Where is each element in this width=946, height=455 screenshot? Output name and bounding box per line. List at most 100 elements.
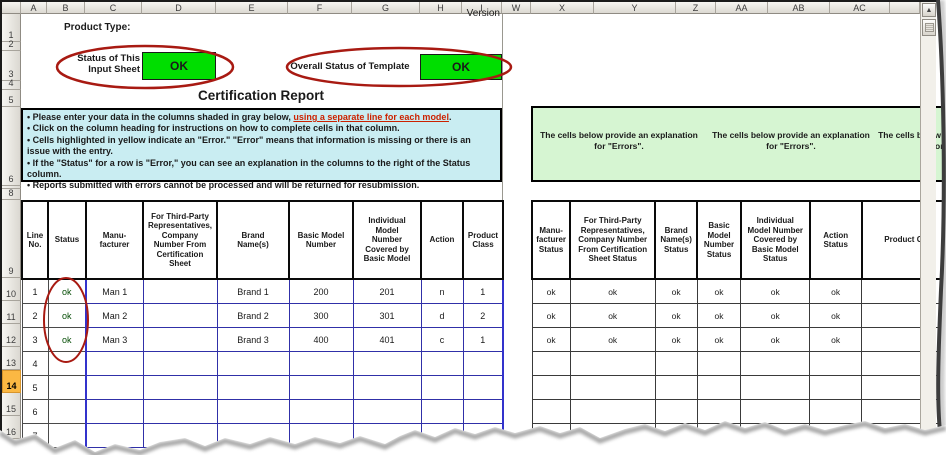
- cell-product-class[interactable]: 2: [462, 303, 504, 328]
- cell-empty[interactable]: [142, 351, 218, 376]
- header-company-number[interactable]: For Third-Party Representatives, Company…: [142, 200, 218, 280]
- cell-empty[interactable]: [740, 351, 811, 376]
- column-header-F[interactable]: F: [288, 2, 352, 14]
- row-header-12[interactable]: 12: [2, 324, 21, 347]
- row-header-4[interactable]: 4: [2, 78, 21, 90]
- cell-action[interactable]: c: [420, 327, 464, 352]
- cell-line-no[interactable]: 4: [21, 351, 49, 376]
- cell-empty[interactable]: [740, 375, 811, 400]
- cell-brand[interactable]: Brand 1: [216, 278, 290, 304]
- header-brand-status[interactable]: Brand Name(s) Status: [654, 200, 699, 280]
- cell-line-no[interactable]: 1: [21, 278, 49, 304]
- cell-empty[interactable]: [740, 423, 811, 448]
- header-manufacturer-status[interactable]: Manu- facturer Status: [530, 200, 572, 280]
- cell-empty[interactable]: [352, 375, 422, 400]
- column-header-AB[interactable]: AB: [768, 2, 830, 14]
- select-all-corner[interactable]: [2, 2, 21, 14]
- cell-empty[interactable]: [216, 423, 290, 448]
- cell-empty[interactable]: [654, 423, 698, 448]
- cell-brand[interactable]: Brand 3: [216, 327, 290, 352]
- row-header-10[interactable]: 10: [2, 278, 21, 301]
- cell-empty[interactable]: [696, 423, 742, 448]
- cell-empty[interactable]: [216, 399, 290, 424]
- cell-status[interactable]: [47, 423, 87, 448]
- cell-brand-status[interactable]: ok: [654, 303, 698, 328]
- header-product-class[interactable]: Product Class: [462, 200, 504, 280]
- cell-status[interactable]: [47, 351, 87, 376]
- instruction-link[interactable]: using a separate line for each model: [293, 112, 449, 122]
- cell-line-no[interactable]: 3: [21, 327, 49, 352]
- header-brand-names[interactable]: Brand Name(s): [216, 200, 290, 280]
- cell-company-number-status[interactable]: ok: [569, 327, 656, 352]
- header-individual-model[interactable]: Individual Model Number Covered by Basic…: [352, 200, 422, 280]
- column-header-Y[interactable]: Y: [594, 2, 676, 14]
- cell-empty[interactable]: [216, 375, 290, 400]
- cell-individual-model-status[interactable]: ok: [740, 327, 811, 352]
- cell-empty[interactable]: [531, 423, 571, 448]
- column-header-Z[interactable]: Z: [676, 2, 716, 14]
- column-header-E[interactable]: E: [216, 2, 288, 14]
- cell-empty[interactable]: [531, 375, 571, 400]
- cell-empty[interactable]: [420, 399, 464, 424]
- column-header-X[interactable]: X: [531, 2, 594, 14]
- cell-company-number-status[interactable]: ok: [569, 303, 656, 328]
- cell-status[interactable]: ok: [47, 278, 87, 304]
- cell-individual-model-status[interactable]: ok: [740, 278, 811, 304]
- cell-empty[interactable]: [809, 423, 863, 448]
- cell-company-number[interactable]: [142, 278, 218, 304]
- column-header-C[interactable]: C: [85, 2, 142, 14]
- cell-empty[interactable]: [288, 351, 354, 376]
- row-header-15[interactable]: 15: [2, 393, 21, 416]
- cell-basic-model[interactable]: 300: [288, 303, 354, 328]
- cell-brand[interactable]: Brand 2: [216, 303, 290, 328]
- cell-empty[interactable]: [85, 399, 144, 424]
- cell-empty[interactable]: [288, 375, 354, 400]
- cell-empty[interactable]: [696, 351, 742, 376]
- cell-manufacturer[interactable]: Man 1: [85, 278, 144, 304]
- cell-manufacturer-status[interactable]: ok: [531, 327, 571, 352]
- cell-manufacturer[interactable]: Man 3: [85, 327, 144, 352]
- row-header-16[interactable]: 16: [2, 416, 21, 439]
- header-line-no[interactable]: Line No.: [21, 200, 49, 280]
- cell-empty[interactable]: [216, 351, 290, 376]
- cell-empty[interactable]: [569, 375, 656, 400]
- column-header-AA[interactable]: AA: [716, 2, 768, 14]
- cell-empty[interactable]: [462, 399, 504, 424]
- input-sheet-status-value[interactable]: OK: [142, 52, 216, 80]
- row-header-2[interactable]: 2: [2, 39, 21, 51]
- row-header-3[interactable]: 3: [2, 51, 21, 81]
- cell-individual-model[interactable]: 401: [352, 327, 422, 352]
- cell-empty[interactable]: [740, 399, 811, 424]
- cell-empty[interactable]: [569, 351, 656, 376]
- header-individual-model-status[interactable]: Individual Model Number Covered by Basic…: [739, 200, 811, 280]
- cell-empty[interactable]: [654, 399, 698, 424]
- cell-action-status[interactable]: ok: [809, 278, 863, 304]
- cell-company-number[interactable]: [142, 303, 218, 328]
- cell-basic-model[interactable]: 200: [288, 278, 354, 304]
- cell-basic-model[interactable]: 400: [288, 327, 354, 352]
- cell-product-class[interactable]: 1: [462, 278, 504, 304]
- cell-empty[interactable]: [531, 399, 571, 424]
- cell-empty[interactable]: [85, 423, 144, 448]
- cell-line-no[interactable]: 7: [21, 423, 49, 448]
- cell-individual-model[interactable]: 301: [352, 303, 422, 328]
- cell-manufacturer-status[interactable]: ok: [531, 278, 571, 304]
- column-header-B[interactable]: B: [47, 2, 85, 14]
- cell-brand-status[interactable]: ok: [654, 327, 698, 352]
- cell-basic-model-status[interactable]: ok: [696, 303, 742, 328]
- row-header-8[interactable]: 8: [2, 188, 21, 200]
- cell-empty[interactable]: [85, 351, 144, 376]
- cell-empty[interactable]: [809, 399, 863, 424]
- cell-company-number-status[interactable]: ok: [569, 278, 656, 304]
- cell-empty[interactable]: [288, 399, 354, 424]
- row-header-1[interactable]: 1: [2, 14, 21, 42]
- cell-action[interactable]: n: [420, 278, 464, 304]
- cell-manufacturer-status[interactable]: ok: [531, 303, 571, 328]
- cell-empty[interactable]: [288, 423, 354, 448]
- column-header-partial[interactable]: [890, 2, 920, 14]
- header-basic-model[interactable]: Basic Model Number: [288, 200, 354, 280]
- cell-action-status[interactable]: ok: [809, 327, 863, 352]
- cell-status[interactable]: [47, 399, 87, 424]
- cell-individual-model[interactable]: 201: [352, 278, 422, 304]
- row-header-14-selected[interactable]: 14: [2, 370, 21, 393]
